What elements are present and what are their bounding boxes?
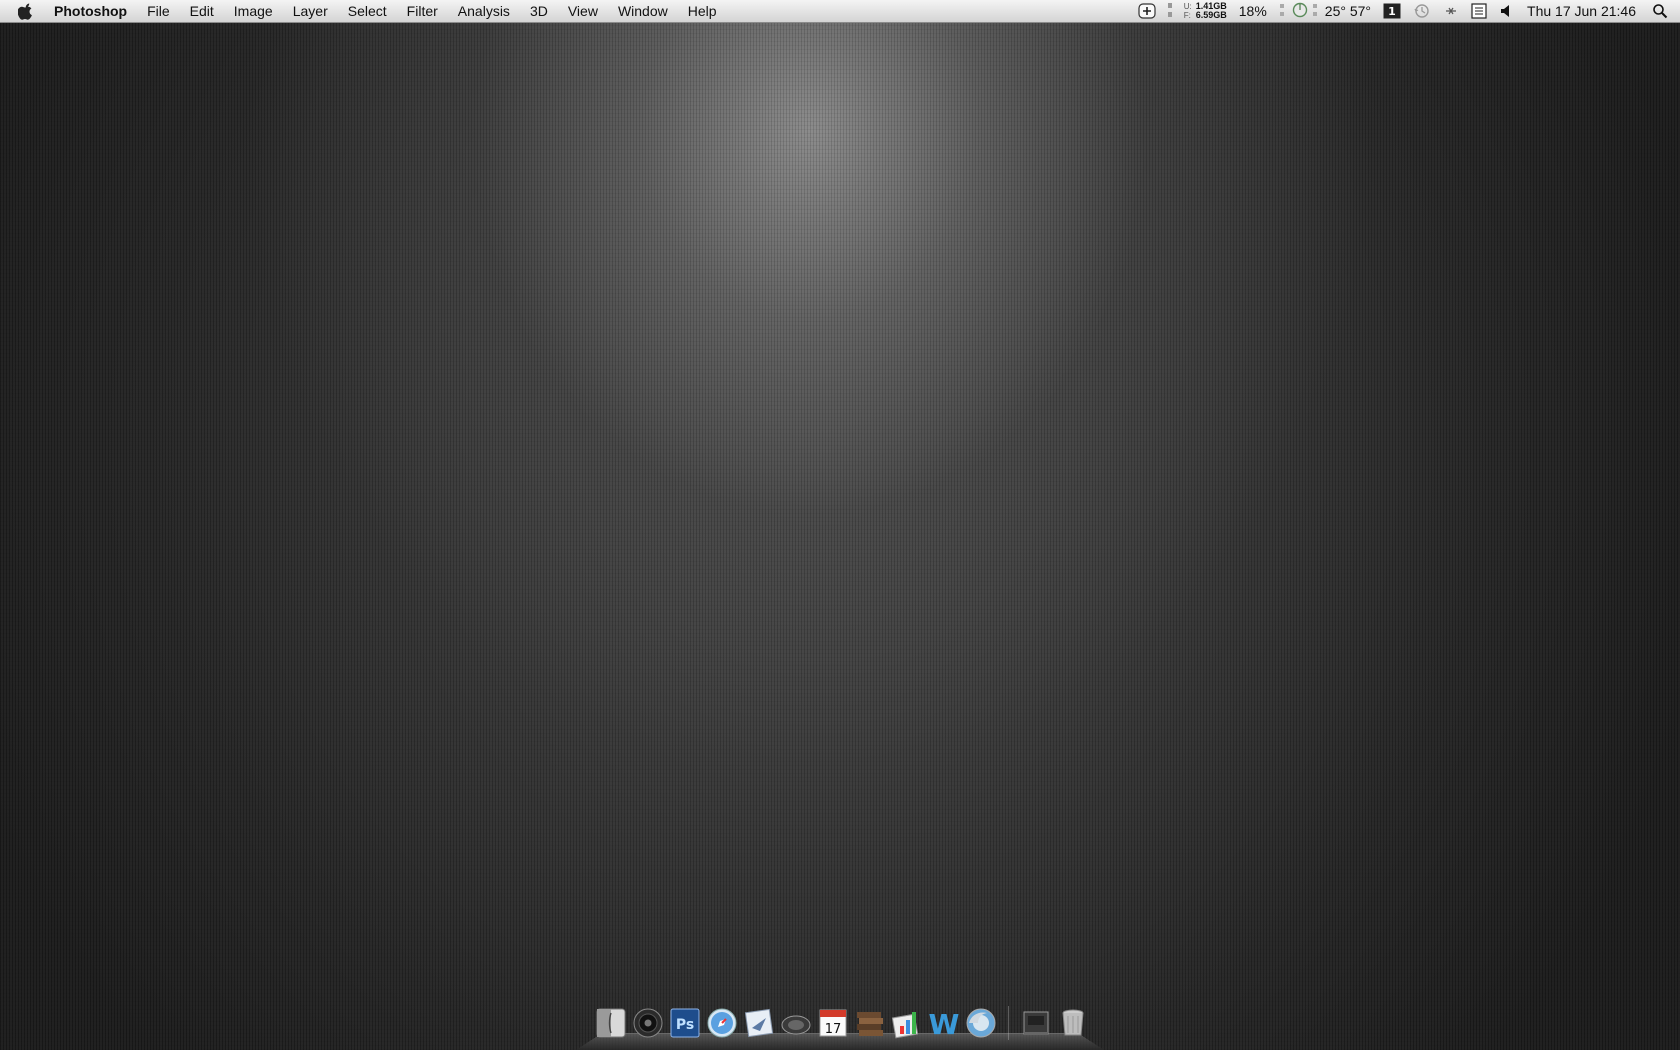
menu-analysis[interactable]: Analysis	[448, 0, 520, 22]
memory-meter[interactable]: U: F: 1.41GB 6.59GB	[1167, 1, 1227, 21]
memory-used-label: U:	[1183, 2, 1192, 11]
menu-edit[interactable]: Edit	[180, 0, 224, 22]
textbook-icon[interactable]	[853, 1006, 887, 1040]
menu-view[interactable]: View	[558, 0, 608, 22]
dock-separator	[1008, 1006, 1009, 1040]
menu-file[interactable]: File	[137, 0, 180, 22]
memory-free-value: 6.59GB	[1195, 10, 1227, 20]
dock-icons: Ps 17 W	[594, 1000, 1093, 1040]
menu-bar-left: Photoshop File Edit Image Layer Select F…	[0, 0, 727, 22]
menu-filter[interactable]: Filter	[397, 0, 448, 22]
spaces-icon[interactable]: 1	[1383, 3, 1401, 19]
time-machine-icon[interactable]	[1413, 3, 1431, 19]
temperature-monitor[interactable]: 25° 57°	[1279, 1, 1371, 21]
menu-3d[interactable]: 3D	[520, 0, 558, 22]
menu-clock[interactable]: Thu 17 Jun 21:46	[1527, 3, 1636, 19]
word-icon[interactable]: W	[927, 1006, 961, 1040]
temp-sensor-icon	[1279, 1, 1289, 21]
ical-day: 17	[825, 1022, 842, 1037]
menu-bar-extras: U: F: 1.41GB 6.59GB 18% 25° 57° 1 Thu 17…	[1132, 0, 1674, 22]
memory-meter-icon	[1167, 1, 1184, 21]
photoshop-label: Ps	[676, 1017, 694, 1033]
menu-window[interactable]: Window	[608, 0, 678, 22]
volume-icon[interactable]	[1499, 3, 1513, 19]
cpu-gauge-icon	[1292, 2, 1308, 21]
trash-icon[interactable]	[1056, 1006, 1090, 1040]
safari-icon[interactable]	[705, 1006, 739, 1040]
menu-image[interactable]: Image	[224, 0, 283, 22]
firefox-icon[interactable]	[964, 1006, 998, 1040]
memory-labels: U: F:	[1184, 2, 1192, 20]
svg-text:1: 1	[1388, 5, 1396, 18]
keyboard-viewer-icon[interactable]	[1471, 3, 1487, 19]
memory-free-label: F:	[1183, 11, 1191, 20]
spotlight-search-icon[interactable]	[1652, 3, 1668, 19]
apple-icon[interactable]	[0, 0, 52, 22]
cpu-usage[interactable]: 18%	[1239, 3, 1267, 19]
ical-icon[interactable]: 17	[816, 1006, 850, 1040]
desktop-wallpaper	[0, 0, 1680, 1050]
word-label: W	[929, 1008, 960, 1040]
dock: Ps 17 W	[576, 1000, 1104, 1050]
temp-label-icon	[1312, 1, 1322, 21]
finder-icon[interactable]	[594, 1006, 628, 1040]
memory-values: 1.41GB 6.59GB	[1196, 2, 1227, 20]
photoshop-icon[interactable]: Ps	[668, 1006, 702, 1040]
itunes-icon[interactable]	[631, 1006, 665, 1040]
menu-help[interactable]: Help	[678, 0, 727, 22]
menu-bar: Photoshop File Edit Image Layer Select F…	[0, 0, 1680, 23]
apple-logo-svg	[18, 3, 32, 20]
speakers-icon[interactable]	[779, 1006, 813, 1040]
mail-icon[interactable]	[742, 1006, 776, 1040]
app-menu-photoshop[interactable]: Photoshop	[52, 0, 137, 22]
menu-select[interactable]: Select	[338, 0, 397, 22]
menu-layer[interactable]: Layer	[283, 0, 338, 22]
add-widget-icon[interactable]	[1138, 3, 1156, 19]
temperature-values: 25° 57°	[1324, 3, 1372, 19]
bluetooth-icon[interactable]	[1443, 3, 1459, 19]
downloads-stack-icon[interactable]	[1019, 1006, 1053, 1040]
numbers-icon[interactable]	[890, 1006, 924, 1040]
